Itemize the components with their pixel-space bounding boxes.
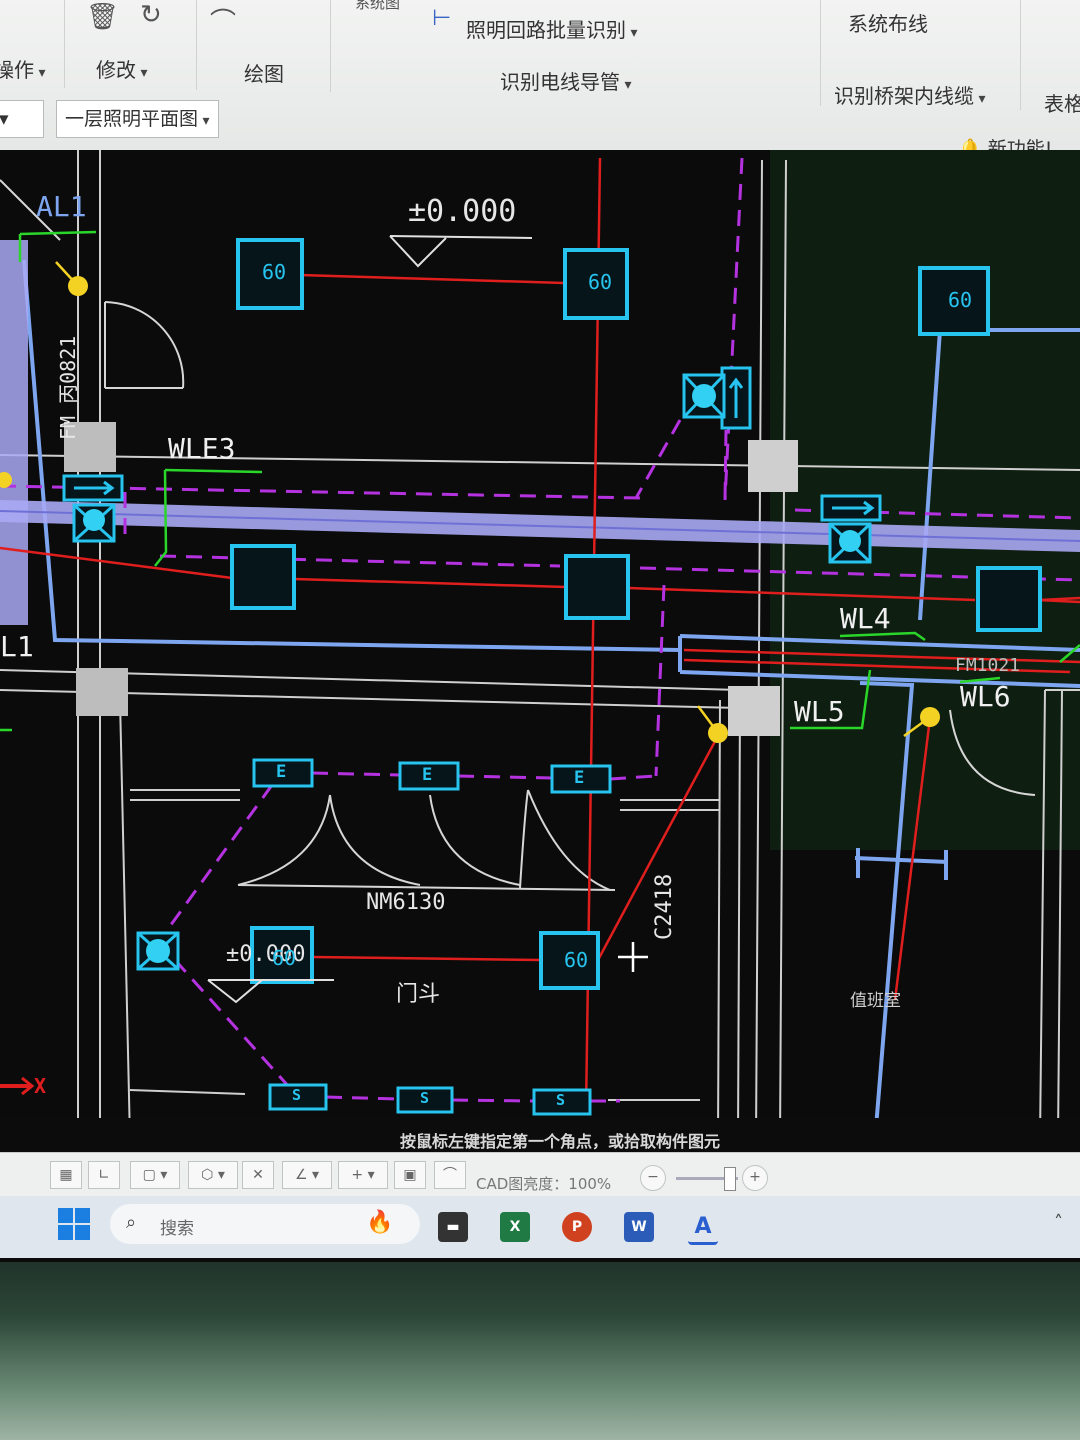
cad-brightness-label: CAD图亮度：100% — [476, 1175, 612, 1193]
arc-icon[interactable]: ⌒ — [210, 2, 236, 39]
circuit-wle3-label: WLE3 — [168, 432, 236, 465]
fm-right-text: FM1021 — [955, 655, 1021, 676]
fixture-e-label: E — [276, 762, 287, 782]
layout-icon[interactable]: ▣ — [394, 1161, 426, 1189]
circuit-l1-label: L1 — [0, 630, 34, 663]
windows-taskbar: ⌕ 搜索 🔥 ▬ X P W A ˄ — [0, 1196, 1080, 1258]
fixture-s-label: S — [292, 1086, 302, 1104]
identify-tray-cable-button[interactable]: 识别桥架内线缆 — [834, 80, 985, 109]
word-icon[interactable]: W — [624, 1212, 654, 1242]
circuit-wl5-label: WL5 — [794, 695, 845, 728]
cad-canvas[interactable]: ±0.000 ±0.000 NM6130 门斗 C2418 值班室 FM 丙08… — [0, 150, 1080, 1150]
status-bar: ▦ ∟ ▢ ▾ ⬡ ▾ ✕ ∠ ▾ + ▾ ▣ ⌒ CAD图亮度：100% − … — [0, 1152, 1080, 1197]
fixture-60-label: 60 — [262, 260, 287, 284]
level-top-text: ±0.000 — [408, 194, 517, 229]
glodon-app-icon[interactable]: A — [688, 1212, 718, 1245]
command-line: 按鼠标左键指定第一个角点，或拾取构件图元 — [0, 1118, 1080, 1154]
system-wiring-button[interactable]: 系统布线 — [848, 8, 928, 37]
fixture-e-label: E — [422, 765, 433, 785]
fixture-60-label: 60 — [272, 946, 297, 970]
cut-label: 系统图 — [355, 0, 401, 12]
zoom-out-icon[interactable]: − — [640, 1165, 666, 1191]
ribbon-toolbar: 🗑 ↻ ⌒ 系统图 ⊢ 照明回路批量识别 系统布线 操作 修改 绘图 识别电线导… — [0, 0, 1080, 160]
window-code-text: C2418 — [652, 873, 677, 940]
door-code-text: NM6130 — [366, 890, 446, 915]
command-prompt-text: 按鼠标左键指定第一个角点，或拾取构件图元 — [400, 1132, 721, 1151]
delete-icon[interactable]: 🗑 — [86, 2, 119, 32]
snap-icon[interactable]: + ▾ — [338, 1161, 388, 1189]
door-fm-vertical-text: FM 丙0821 — [56, 335, 80, 440]
grid-toggle-icon[interactable]: ▦ — [50, 1161, 82, 1189]
app-screen: 🗑 ↻ ⌒ 系统图 ⊢ 照明回路批量识别 系统布线 操作 修改 绘图 识别电线导… — [0, 0, 1080, 1262]
curve-icon[interactable]: ⌒ — [434, 1161, 466, 1189]
fixture-e-label: E — [574, 768, 585, 788]
cad-brightness-value: 100% — [568, 1175, 612, 1193]
divider — [330, 0, 331, 92]
tray-chevron-icon[interactable]: ˄ — [1054, 1212, 1063, 1233]
draw-group-label[interactable]: 绘图 — [244, 58, 284, 87]
windows-start-icon[interactable] — [58, 1208, 90, 1240]
powerpoint-icon[interactable]: P — [562, 1212, 592, 1242]
angle-icon[interactable]: ∠ ▾ — [282, 1161, 332, 1189]
fixture-60-label: 60 — [588, 270, 613, 294]
ortho-toggle-icon[interactable]: ∟ — [88, 1161, 120, 1189]
side-room-text: 值班室 — [850, 991, 901, 1011]
cross-select-icon[interactable]: ✕ — [242, 1161, 274, 1189]
axis-x-label: X — [34, 1074, 47, 1098]
floor-select[interactable]: 一层照明平面图 — [56, 100, 219, 138]
laptop-bezel — [0, 1250, 1080, 1440]
brightness-slider-thumb[interactable] — [724, 1167, 736, 1191]
modify-group-button[interactable]: 修改 — [96, 54, 147, 83]
fixture-s-label: S — [556, 1091, 566, 1109]
view-cube-icon[interactable]: ⬡ ▾ — [188, 1161, 238, 1189]
divider — [820, 0, 821, 106]
search-icon: ⌕ — [126, 1212, 137, 1233]
circuit-wl6-label: WL6 — [960, 680, 1011, 713]
fixture-60-label: 60 — [948, 288, 973, 312]
table-button[interactable]: 表格 — [1044, 88, 1080, 117]
select-box-icon[interactable]: ▢ ▾ — [130, 1161, 180, 1189]
layer-dropdown[interactable]: ▾ — [0, 100, 44, 138]
operate-group-button[interactable]: 操作 — [0, 54, 45, 83]
zoom-in-icon[interactable]: + — [742, 1165, 768, 1191]
divider — [196, 0, 197, 90]
door-room-text: 门斗 — [396, 982, 441, 1007]
cad-drawing[interactable] — [0, 150, 1080, 1150]
excel-icon[interactable]: X — [500, 1212, 530, 1242]
fixture-s-label: S — [420, 1089, 430, 1107]
search-placeholder: 搜索 — [160, 1219, 194, 1239]
lighting-circuit-batch-button[interactable]: 照明回路批量识别 — [466, 14, 637, 43]
divider — [1020, 0, 1021, 110]
identify-wire-conduit-button[interactable]: 识别电线导管 — [500, 66, 631, 95]
circuit-wl4-label: WL4 — [840, 602, 891, 635]
fixture-60-label: 60 — [564, 948, 589, 972]
task-view-icon[interactable]: ▬ — [438, 1212, 468, 1242]
circuit-al1-label: AL1 — [36, 190, 87, 223]
rotate-icon[interactable]: ↻ — [140, 0, 162, 30]
circuit-icon: ⊢ — [432, 6, 452, 31]
search-highlight-icon: 🔥 — [366, 1210, 394, 1235]
divider — [64, 0, 65, 88]
taskbar-search-box[interactable]: ⌕ 搜索 🔥 — [110, 1204, 420, 1244]
